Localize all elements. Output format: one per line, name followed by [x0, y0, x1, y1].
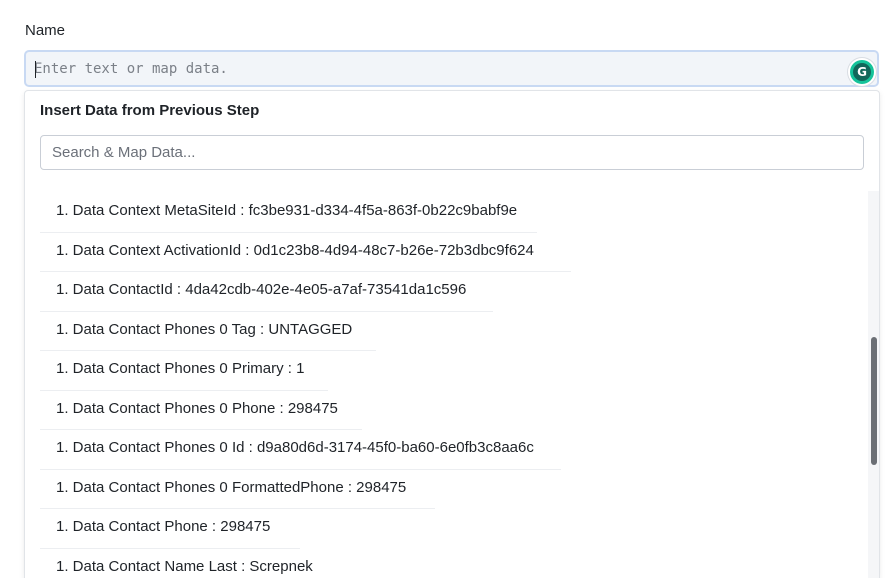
list-item[interactable]: 1. Data Contact Name Last : Screpnek — [40, 549, 860, 578]
list-item[interactable]: 1. Data Contact Phones 0 Id : d9a80d6d-3… — [40, 430, 860, 470]
list-item-label: 1. Data Context MetaSiteId : fc3be931-d3… — [56, 202, 518, 219]
list-item-label: 1. Data ContactId : 4da42cdb-402e-4e05-a… — [56, 281, 467, 298]
grammarly-icon[interactable]: G — [850, 60, 874, 84]
list-item-label: 1. Data Contact Phones 0 Phone : 298475 — [56, 399, 338, 417]
text-caret — [35, 61, 36, 78]
list-item[interactable]: 1. Data Contact Phones 0 Tag : UNTAGGED — [40, 312, 860, 351]
scrollbar-track[interactable] — [868, 191, 879, 578]
list-item[interactable]: 1. Data Contact Phones 0 Primary : 1 — [40, 351, 860, 391]
search-map-data-input[interactable] — [52, 136, 842, 169]
list-item[interactable]: 1. Data Contact Phone : 298475 — [40, 509, 860, 549]
list-item-label: 1. Data Contact Phones 0 Primary : 1 — [56, 360, 305, 377]
dropdown-title: Insert Data from Previous Step — [40, 102, 260, 119]
scrollbar-thumb[interactable] — [871, 337, 877, 465]
name-input-container[interactable]: G — [24, 50, 879, 87]
name-input[interactable] — [34, 52, 834, 85]
data-list: 1. Data Context MetaSiteId : fc3be931-d3… — [40, 193, 860, 578]
search-map-data-container[interactable] — [40, 135, 864, 170]
grammarly-glyph: G — [853, 63, 871, 81]
insert-data-dropdown: Insert Data from Previous Step 1. Data C… — [24, 90, 880, 578]
list-item[interactable]: 1. Data Context ActivationId : 0d1c23b8-… — [40, 233, 860, 272]
list-item-label: 1. Data Contact Name Last : Screpnek — [56, 557, 313, 575]
list-item[interactable]: 1. Data Contact Phones 0 Phone : 298475 — [40, 391, 860, 430]
list-item-label: 1. Data Contact Phones 0 Id : d9a80d6d-3… — [56, 439, 534, 456]
list-item-label: 1. Data Context ActivationId : 0d1c23b8-… — [56, 241, 534, 259]
name-field-label: Name — [25, 22, 66, 39]
list-item[interactable]: 1. Data Contact Phones 0 FormattedPhone … — [40, 470, 860, 509]
list-item-label: 1. Data Contact Phone : 298475 — [56, 518, 271, 535]
list-item-label: 1. Data Contact Phones 0 Tag : UNTAGGED — [56, 320, 353, 338]
list-item[interactable]: 1. Data Context MetaSiteId : fc3be931-d3… — [40, 193, 860, 233]
list-item-label: 1. Data Contact Phones 0 FormattedPhone … — [56, 478, 407, 496]
list-item[interactable]: 1. Data ContactId : 4da42cdb-402e-4e05-a… — [40, 272, 860, 312]
